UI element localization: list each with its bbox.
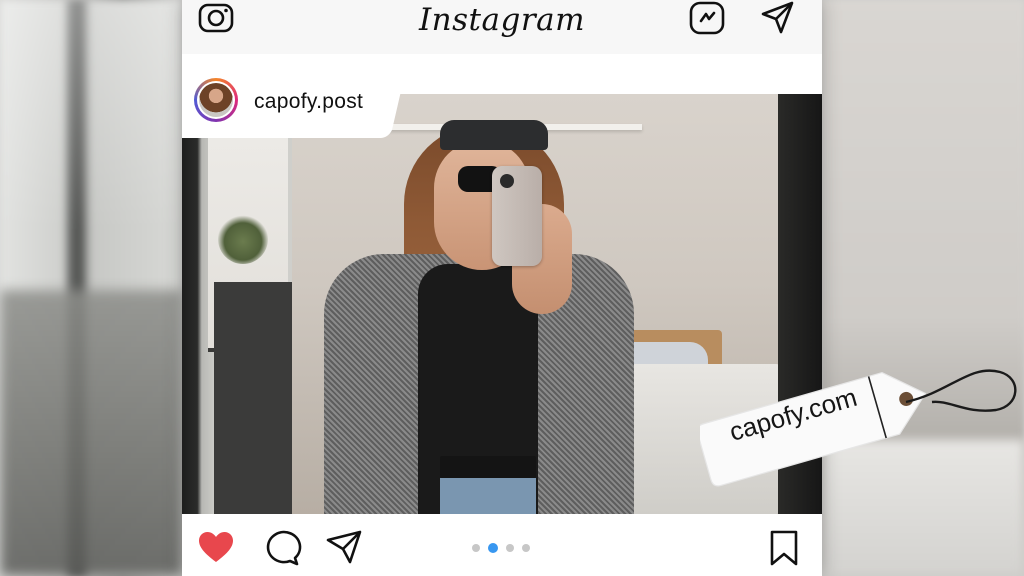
bookmark-icon[interactable] [764, 528, 804, 568]
carousel-dot-active[interactable] [488, 543, 498, 553]
comment-icon[interactable] [262, 528, 302, 568]
heart-icon[interactable] [196, 528, 236, 568]
avatar[interactable] [194, 78, 238, 122]
top-bar: Instagram [182, 0, 822, 55]
carousel-dot[interactable] [522, 544, 530, 552]
carousel-indicator [472, 543, 532, 554]
price-tag: capofy.com [700, 352, 1024, 502]
post-username[interactable]: capofy.post [254, 90, 363, 114]
share-icon[interactable] [324, 528, 364, 568]
direct-message-icon[interactable] [758, 0, 798, 36]
carousel-dot[interactable] [472, 544, 480, 552]
carousel-dot[interactable] [506, 544, 514, 552]
background-left-bottom [0, 290, 182, 576]
username-badge [182, 70, 414, 138]
reels-icon[interactable] [688, 0, 728, 36]
